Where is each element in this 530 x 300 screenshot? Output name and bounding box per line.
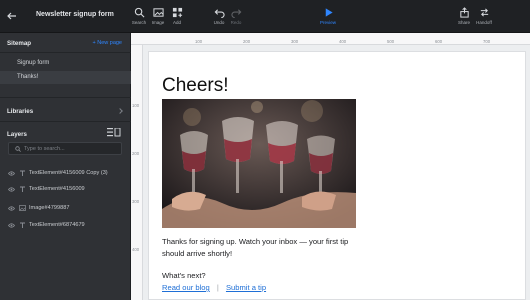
text-layer-icon (20, 222, 25, 228)
layer-label: TextElement#4156009 Copy (3) (29, 170, 108, 176)
page-label: Signup form (17, 60, 50, 66)
share-icon (459, 7, 469, 18)
page-title[interactable]: Cheers! (162, 75, 229, 97)
layer-label: TextElement#4156009 (29, 186, 85, 192)
handoff-button[interactable]: Handoff (473, 7, 495, 29)
layers-search-field[interactable] (8, 142, 122, 155)
undo-icon (214, 9, 225, 18)
layer-row[interactable]: TextElement#4156009 (0, 183, 131, 196)
sidebar: Sitemap + New page Signup form Thanks! L… (0, 33, 131, 300)
wine-glasses-toast-image (162, 99, 356, 228)
ruler-label: 100 (132, 103, 140, 108)
layer-label: TextElement#6874679 (29, 222, 85, 228)
submit-tip-link[interactable]: Submit a tip (226, 283, 266, 292)
eye-icon[interactable] (8, 223, 15, 228)
preview-label: Preview (319, 20, 336, 25)
back-arrow-icon[interactable] (5, 9, 19, 23)
cheers-photo[interactable] (162, 99, 356, 228)
vertical-ruler: 100 200 300 400 (131, 45, 143, 300)
canvas-area[interactable]: 100 200 300 400 500 600 700 100 200 300 … (131, 33, 530, 300)
page-links: Read our blog | Submit a tip (162, 283, 266, 292)
eye-icon[interactable] (8, 206, 15, 211)
redo-icon (230, 9, 241, 18)
libraries-title: Libraries (7, 108, 34, 115)
add-tool-label: Add (172, 20, 181, 25)
whats-next-heading[interactable]: What's next? (162, 271, 206, 280)
ruler-label: 300 (132, 199, 140, 204)
add-grid-icon (172, 7, 182, 18)
layer-row[interactable]: TextElement#4156009 Copy (3) (0, 167, 131, 180)
handoff-label: Handoff (476, 20, 492, 25)
layers-search-input[interactable] (24, 144, 119, 154)
redo-button[interactable]: Redo (225, 7, 247, 29)
search-icon (134, 7, 144, 18)
text-layer-icon (20, 170, 25, 176)
share-button[interactable]: Share (453, 7, 475, 29)
libraries-header[interactable]: Libraries (0, 101, 131, 121)
page-body-text[interactable]: Thanks for signing up. Watch your inbox … (162, 236, 372, 260)
ruler-label: 100 (195, 39, 203, 44)
ruler-label: 600 (435, 39, 443, 44)
handoff-icon (480, 8, 488, 17)
layer-label: Image#4799887 (29, 205, 70, 211)
ruler-label: 200 (243, 39, 251, 44)
image-layer-icon (19, 205, 26, 211)
search-icon (15, 146, 21, 152)
layer-row[interactable]: Image#4799887 (0, 202, 131, 215)
sitemap-page-signup-form[interactable]: Signup form (0, 57, 131, 70)
layers-options-icon[interactable] (107, 128, 121, 137)
sitemap-title: Sitemap (7, 40, 32, 47)
ruler-label: 400 (339, 39, 347, 44)
read-blog-link[interactable]: Read our blog (162, 283, 210, 292)
document-title: Newsletter signup form (36, 11, 114, 18)
share-label: Share (457, 20, 470, 25)
page-label: Thanks! (17, 74, 39, 80)
ruler-label: 700 (483, 39, 491, 44)
divider (0, 97, 131, 98)
sitemap-page-thanks[interactable]: Thanks! (0, 71, 131, 84)
link-separator: | (216, 283, 219, 292)
horizontal-ruler: 100 200 300 400 500 600 700 (131, 33, 530, 45)
preview-button[interactable]: Preview (317, 7, 339, 29)
eye-icon[interactable] (8, 171, 15, 176)
layer-row[interactable]: TextElement#6874679 (0, 219, 131, 232)
new-page-link[interactable]: + New page (92, 40, 122, 46)
add-tool-button[interactable]: Add (166, 7, 188, 29)
redo-label: Redo (230, 20, 242, 25)
divider (0, 52, 131, 53)
divider (0, 121, 131, 122)
image-icon (152, 8, 164, 17)
top-bar: Newsletter signup form Search Image Add … (0, 0, 530, 33)
artboard-page[interactable]: Cheers! Thanks for signing up. Watch you… (148, 51, 526, 300)
play-icon (325, 8, 333, 17)
eye-icon[interactable] (8, 187, 15, 192)
ruler-label: 200 (132, 151, 140, 156)
ruler-label: 500 (387, 39, 395, 44)
text-layer-icon (20, 186, 25, 192)
chevron-right-icon (117, 108, 123, 114)
ruler-label: 300 (291, 39, 299, 44)
sitemap-header: Sitemap + New page (0, 33, 131, 53)
ruler-label: 400 (132, 247, 140, 252)
layers-title: Layers (7, 131, 27, 138)
